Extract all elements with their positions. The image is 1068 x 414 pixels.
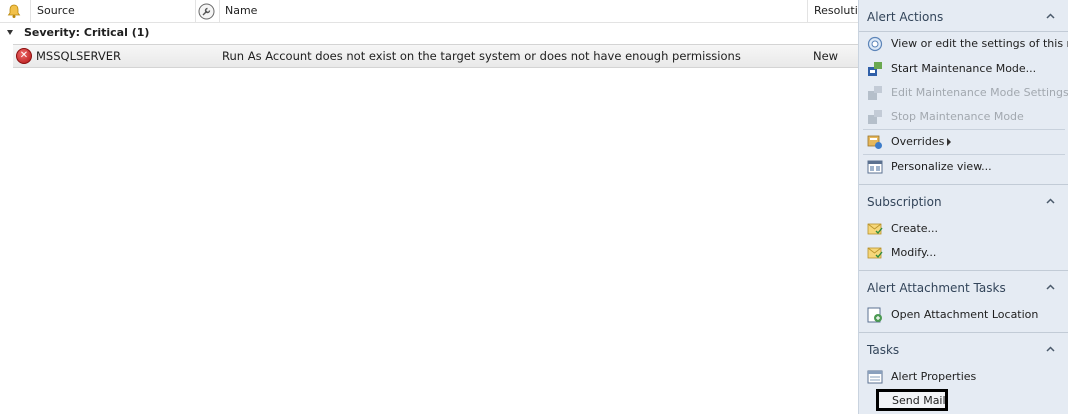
row-resolution: New bbox=[813, 49, 839, 63]
column-header-name-label: Name bbox=[225, 4, 258, 17]
alert-properties[interactable]: Alert Properties bbox=[863, 366, 1065, 388]
task-pane: Alert Actions View or edit the settings … bbox=[858, 0, 1068, 414]
wrench-icon bbox=[198, 3, 215, 20]
start-maintenance-mode-label: Start Maintenance Mode... bbox=[891, 62, 1037, 75]
view-edit-rule-settings[interactable]: View or edit the settings of this rule bbox=[863, 33, 1068, 55]
overrides-text: Overrides bbox=[891, 135, 945, 148]
chevron-up-icon[interactable] bbox=[1046, 346, 1055, 352]
edit-maintenance-mode-settings[interactable]: Edit Maintenance Mode Settings... bbox=[863, 82, 1068, 104]
section-divider bbox=[859, 270, 1068, 271]
subscription-create-label: Create... bbox=[891, 222, 939, 235]
section-divider bbox=[859, 31, 1068, 32]
collapse-triangle-icon[interactable] bbox=[7, 30, 13, 35]
subscription-modify-label: Modify... bbox=[891, 246, 937, 259]
properties-icon bbox=[867, 370, 883, 384]
send-mail-button[interactable]: Send Mail bbox=[876, 389, 948, 411]
column-header-source[interactable]: Source bbox=[30, 0, 196, 22]
alert-bell-icon bbox=[7, 4, 21, 18]
rule-settings-icon bbox=[867, 36, 883, 52]
icon-column-header[interactable] bbox=[0, 0, 31, 22]
submenu-arrow-icon bbox=[947, 138, 952, 146]
send-mail-label: Send Mail bbox=[892, 394, 946, 407]
alert-properties-label: Alert Properties bbox=[891, 370, 977, 383]
column-header-resolution-label: Resolutio bbox=[814, 4, 858, 17]
subscription-modify[interactable]: Modify... bbox=[863, 242, 1065, 264]
stop-maintenance-mode-label: Stop Maintenance Mode bbox=[891, 110, 1024, 123]
separator bbox=[863, 129, 1065, 130]
column-header-resolution[interactable]: Resolutio bbox=[807, 0, 858, 22]
maintenance-edit-icon bbox=[868, 86, 882, 100]
alert-actions-title: Alert Actions bbox=[867, 10, 944, 24]
row-name: Run As Account does not exist on the tar… bbox=[222, 49, 741, 63]
chevron-up-icon[interactable] bbox=[1046, 13, 1055, 19]
column-header-name[interactable]: Name bbox=[219, 0, 808, 22]
personalize-view-label: Personalize view... bbox=[891, 160, 992, 173]
severity-group-label: Severity: Critical (1) bbox=[24, 26, 150, 39]
subscription-modify-icon bbox=[867, 247, 883, 259]
view-edit-rule-settings-label: View or edit the settings of this rule bbox=[891, 37, 1068, 50]
edit-maintenance-mode-settings-label: Edit Maintenance Mode Settings... bbox=[891, 86, 1068, 99]
subscription-create-icon bbox=[867, 223, 883, 235]
alert-grid: Source Name Resolutio Severity: Critical… bbox=[0, 0, 858, 414]
open-attachment-location[interactable]: Open Attachment Location bbox=[863, 304, 1065, 326]
maintenance-stop-icon bbox=[868, 110, 882, 124]
chevron-up-icon[interactable] bbox=[1046, 198, 1055, 204]
stop-maintenance-mode[interactable]: Stop Maintenance Mode bbox=[863, 106, 1065, 128]
attachment-tasks-title: Alert Attachment Tasks bbox=[867, 281, 1006, 295]
maintenance-icon bbox=[868, 62, 882, 76]
section-divider bbox=[859, 184, 1068, 185]
chevron-up-icon[interactable] bbox=[1046, 284, 1055, 290]
overrides-menu[interactable]: Overrides bbox=[863, 131, 1065, 153]
column-header-maintenance[interactable] bbox=[195, 0, 220, 22]
subscription-create[interactable]: Create... bbox=[863, 218, 1065, 240]
tasks-title: Tasks bbox=[867, 343, 900, 357]
overrides-icon bbox=[867, 135, 882, 149]
column-header-source-label: Source bbox=[37, 4, 75, 17]
personalize-icon bbox=[867, 160, 883, 174]
row-source: MSSQLSERVER bbox=[36, 49, 122, 63]
start-maintenance-mode[interactable]: Start Maintenance Mode... bbox=[863, 58, 1065, 80]
grid-header: Source Name Resolutio bbox=[0, 0, 858, 23]
personalize-view[interactable]: Personalize view... bbox=[863, 156, 1065, 178]
critical-icon: ✕ bbox=[16, 48, 32, 64]
open-attachment-location-label: Open Attachment Location bbox=[891, 308, 1039, 321]
subscription-title: Subscription bbox=[867, 195, 942, 209]
overrides-label: Overrides bbox=[891, 131, 952, 153]
section-divider bbox=[859, 332, 1068, 333]
separator bbox=[863, 154, 1065, 155]
attachment-location-icon bbox=[867, 307, 882, 323]
table-row[interactable]: ✕ MSSQLSERVER Run As Account does not ex… bbox=[13, 44, 858, 68]
